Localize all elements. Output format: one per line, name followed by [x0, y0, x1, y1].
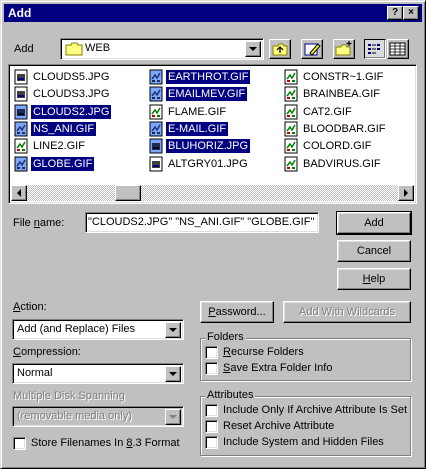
gif-file-icon: [283, 121, 299, 137]
up-folder-icon: [272, 43, 288, 56]
details-view-icon: [389, 42, 406, 56]
reset-archive-label: Reset Archive Attribute: [223, 420, 335, 432]
arrow-right-icon: [404, 189, 408, 197]
reset-archive-checkbox[interactable]: [205, 420, 218, 433]
help-title-button[interactable]: ?: [387, 6, 403, 20]
file-name: CLOUDS2.JPG: [31, 104, 112, 119]
jpg-file-icon: [148, 138, 164, 154]
gif-file-icon: [283, 104, 299, 120]
spanning-label: Multiple Disk Spanning: [13, 390, 125, 402]
spanning-value: (removable media only): [17, 410, 132, 422]
file-name: CAT2.GIF: [303, 105, 352, 118]
lookin-label: Add: [14, 43, 34, 55]
action-label: Action:: [13, 301, 47, 313]
save-extra-folder-info-label: Save Extra Folder Info: [223, 362, 333, 374]
file-list[interactable]: CLOUDS5.JPG CLOUDS3.JPG CLOUDS2.JPG NS_ANI.…: [8, 64, 417, 204]
chevron-down-icon[interactable]: [165, 366, 181, 382]
lookin-combo[interactable]: WEB: [60, 38, 264, 60]
jpg-file-icon: [13, 104, 29, 120]
scroll-left-button[interactable]: [11, 185, 27, 201]
gif-file-icon: [283, 138, 299, 154]
chevron-down-icon[interactable]: [245, 41, 261, 57]
window-title: Add: [8, 6, 32, 20]
scroll-thumb[interactable]: [115, 185, 141, 201]
filename-input[interactable]: "CLOUDS2.JPG" "NS_ANI.GIF" "GLOBE.GIF": [85, 212, 319, 233]
gif-file-icon: [283, 86, 299, 102]
add-dialog: Add ? × Add WEB CLOUDS5.JPG CLOUDS3.JPG …: [0, 0, 426, 469]
list-view-icon: [368, 44, 380, 54]
scroll-right-button[interactable]: [398, 185, 414, 201]
file-name: EMAILMEV.GIF: [166, 87, 248, 102]
gif-file-icon: [148, 86, 164, 102]
action-select[interactable]: Add (and Replace) Files: [12, 319, 184, 340]
attributes-title: Attributes: [205, 389, 256, 401]
title-bar: Add ? ×: [4, 4, 422, 22]
spanning-select[interactable]: (removable media only): [12, 406, 184, 427]
details-view-button[interactable]: [387, 39, 409, 59]
file-name: FLAME.GIF: [168, 105, 227, 118]
file-name: NS_ANI.GIF: [31, 121, 97, 136]
store-83-checkbox[interactable]: [13, 437, 26, 450]
action-value: Add (and Replace) Files: [17, 323, 136, 335]
folder-icon: [65, 42, 83, 56]
cancel-button[interactable]: Cancel: [337, 240, 411, 262]
file-name: ALTGRY01.JPG: [168, 157, 248, 170]
system-hidden-label: Include System and Hidden Files: [223, 436, 384, 448]
file-name: BLOODBAR.GIF: [303, 122, 386, 135]
filename-value: "CLOUDS2.JPG" "NS_ANI.GIF" "GLOBE.GIF": [88, 216, 315, 228]
file-name: BLUHORIZ.JPG: [166, 139, 251, 154]
store-83-label: Store Filenames In 8.3 Format: [31, 437, 180, 449]
gif-file-icon: [13, 156, 29, 172]
password-button[interactable]: Password...: [200, 301, 274, 323]
filename-label: File name:: [13, 217, 65, 229]
horizontal-scrollbar[interactable]: [11, 185, 414, 201]
chevron-down-icon[interactable]: [165, 322, 181, 338]
new-folder-button[interactable]: [333, 39, 355, 59]
chevron-down-icon[interactable]: [165, 409, 181, 425]
list-view-button[interactable]: [364, 39, 386, 59]
up-folder-button[interactable]: [269, 39, 291, 59]
recurse-folders-checkbox[interactable]: [205, 346, 218, 359]
add-button[interactable]: Add: [336, 211, 412, 235]
lookin-folder-name: WEB: [85, 42, 111, 54]
gif-file-icon: [148, 69, 164, 85]
arrow-left-icon: [17, 189, 21, 197]
gif-file-icon: [148, 104, 164, 120]
new-folder-icon: [335, 41, 352, 56]
jpg-file-icon: [13, 69, 29, 85]
jpg-file-icon: [148, 156, 164, 172]
gif-file-icon: [283, 156, 299, 172]
recurse-folders-label: Recurse Folders: [223, 346, 304, 358]
file-name: CLOUDS5.JPG: [33, 71, 110, 83]
archive-only-label: Include Only If Archive Attribute Is Set: [223, 404, 408, 416]
compression-value: Normal: [17, 367, 53, 379]
edit-button[interactable]: [301, 39, 323, 59]
folders-group: [200, 338, 411, 381]
file-name: BRAINBEA.GIF: [303, 88, 381, 101]
file-name: GLOBE.GIF: [31, 156, 95, 171]
add-with-wildcards-button[interactable]: Add With Wildcards: [283, 301, 411, 323]
archive-only-checkbox[interactable]: [205, 404, 218, 417]
pencil-icon: [304, 43, 321, 56]
compression-select[interactable]: Normal: [12, 363, 184, 384]
file-name: E-MAIL.GIF: [166, 121, 229, 136]
file-name: EARTHROT.GIF: [166, 70, 251, 84]
file-name: BADVIRUS.GIF: [303, 157, 381, 170]
gif-file-icon: [148, 121, 164, 137]
gif-file-icon: [13, 121, 29, 137]
folders-title: Folders: [205, 331, 246, 343]
file-list-items: CLOUDS5.JPG CLOUDS3.JPG CLOUDS2.JPG NS_ANI.…: [11, 67, 414, 185]
gif-file-icon: [283, 69, 299, 85]
jpg-file-icon: [13, 86, 29, 102]
file-name: CONSTR~1.GIF: [303, 71, 384, 83]
file-name: CLOUDS3.JPG: [33, 88, 110, 101]
compression-label: Compression:: [13, 346, 81, 358]
system-hidden-checkbox[interactable]: [205, 436, 218, 449]
help-button[interactable]: Help: [337, 268, 411, 290]
gif-file-icon: [13, 138, 29, 154]
save-extra-folder-info-checkbox[interactable]: [205, 362, 218, 375]
file-name: LINE2.GIF: [33, 140, 85, 153]
close-title-button[interactable]: ×: [403, 6, 419, 20]
file-name: COLORD.GIF: [303, 140, 372, 153]
